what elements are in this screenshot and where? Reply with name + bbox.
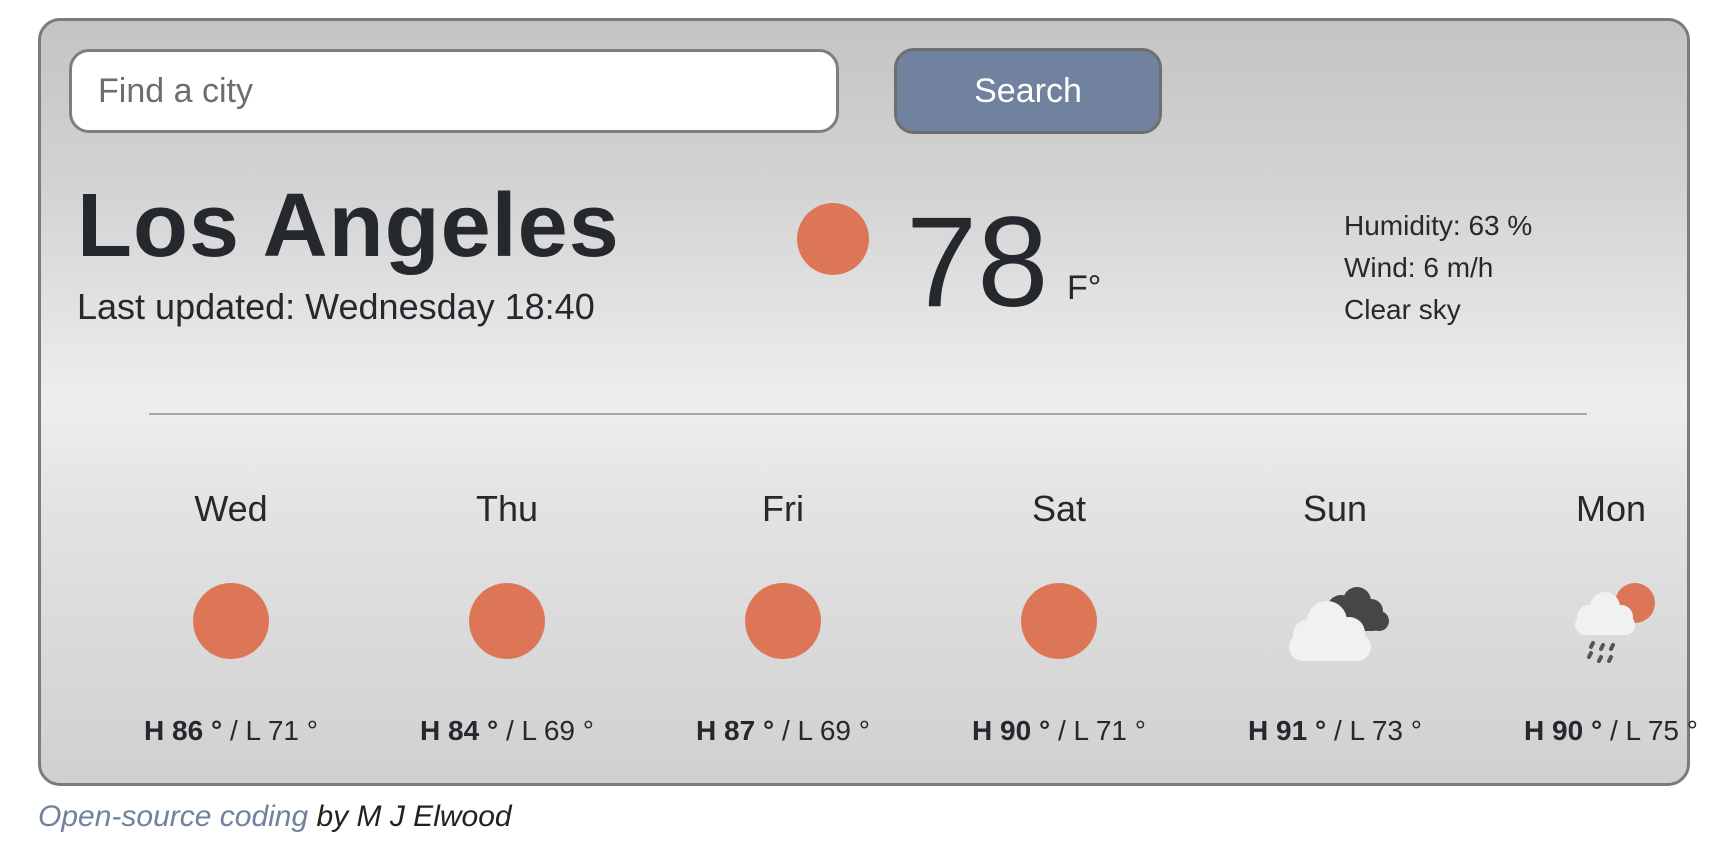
- forecast-day: Sat H 90 ° / L 71 °: [921, 491, 1197, 745]
- rain-sun-icon: [1551, 571, 1671, 671]
- forecast-range: H 86 ° / L 71 °: [144, 715, 318, 746]
- weather-card: Search Los Angeles Last updated: Wednesd…: [38, 18, 1698, 786]
- forecast-day: Mon H 90 ° / L 75 °: [1473, 491, 1730, 745]
- sun-icon: [999, 571, 1119, 671]
- forecast: Wed H 86 ° / L 71 ° Thu H 84 ° / L 69 ° …: [41, 491, 1698, 745]
- forecast-low: L 71 °: [245, 715, 318, 746]
- forecast-range: H 91 ° / L 73 °: [1248, 715, 1422, 746]
- forecast-day-name: Sun: [1302, 488, 1368, 529]
- city-search-input[interactable]: [69, 49, 839, 133]
- forecast-day: Wed H 86 ° / L 71 °: [93, 491, 369, 745]
- forecast-range: H 87 ° / L 69 °: [696, 715, 870, 746]
- forecast-day: Thu H 84 ° / L 69 °: [369, 491, 645, 745]
- temperature-unit: F°: [1067, 269, 1102, 307]
- footer: Open-source coding by M J Elwood: [38, 802, 512, 832]
- forecast-low: L 73 °: [1349, 715, 1422, 746]
- forecast-day-name: Mon: [1575, 488, 1647, 529]
- forecast-high: H 90 °: [1524, 715, 1603, 746]
- forecast-range: H 90 ° / L 71 °: [972, 715, 1146, 746]
- forecast-day-name: Thu: [475, 488, 539, 529]
- humidity: Humidity: 63 %: [1344, 210, 1533, 241]
- last-updated: Last updated: Wednesday 18:40: [77, 286, 595, 327]
- forecast-range: H 90 ° / L 75 °: [1524, 715, 1698, 746]
- forecast-range: H 84 ° / L 69 °: [420, 715, 594, 746]
- weather-description: Clear sky: [1344, 294, 1461, 325]
- forecast-day: Fri H 87 ° / L 69 °: [645, 491, 921, 745]
- forecast-high: H 91 °: [1248, 715, 1327, 746]
- broken-clouds-icon: [1275, 571, 1395, 671]
- sun-icon: [723, 571, 843, 671]
- forecast-low: L 69 °: [797, 715, 870, 746]
- search-button[interactable]: Search: [894, 48, 1162, 134]
- forecast-day-name: Sat: [1031, 488, 1087, 529]
- forecast-high: H 87 °: [696, 715, 775, 746]
- sun-icon: [171, 571, 291, 671]
- forecast-day-name: Fri: [762, 488, 804, 529]
- forecast-high: H 84 °: [420, 715, 499, 746]
- forecast-low: L 75 °: [1625, 715, 1698, 746]
- divider: [149, 413, 1587, 415]
- forecast-low: L 71 °: [1073, 715, 1146, 746]
- current-temperature: 78: [906, 191, 1049, 334]
- sun-icon: [797, 203, 869, 275]
- forecast-low: L 69 °: [521, 715, 594, 746]
- open-source-link[interactable]: Open-source coding: [38, 800, 308, 833]
- forecast-high: H 86 °: [144, 715, 223, 746]
- wind: Wind: 6 m/h: [1344, 252, 1494, 283]
- footer-author: by M J Elwood: [308, 800, 512, 833]
- forecast-high: H 90 °: [972, 715, 1051, 746]
- forecast-day-name: Wed: [194, 488, 268, 529]
- city-name: Los Angeles: [77, 176, 620, 276]
- sun-icon: [447, 571, 567, 671]
- forecast-day: Sun H 91 ° / L 73 °: [1197, 491, 1473, 745]
- weather-details: Humidity: 63 % Wind: 6 m/h Clear sky: [1344, 205, 1532, 331]
